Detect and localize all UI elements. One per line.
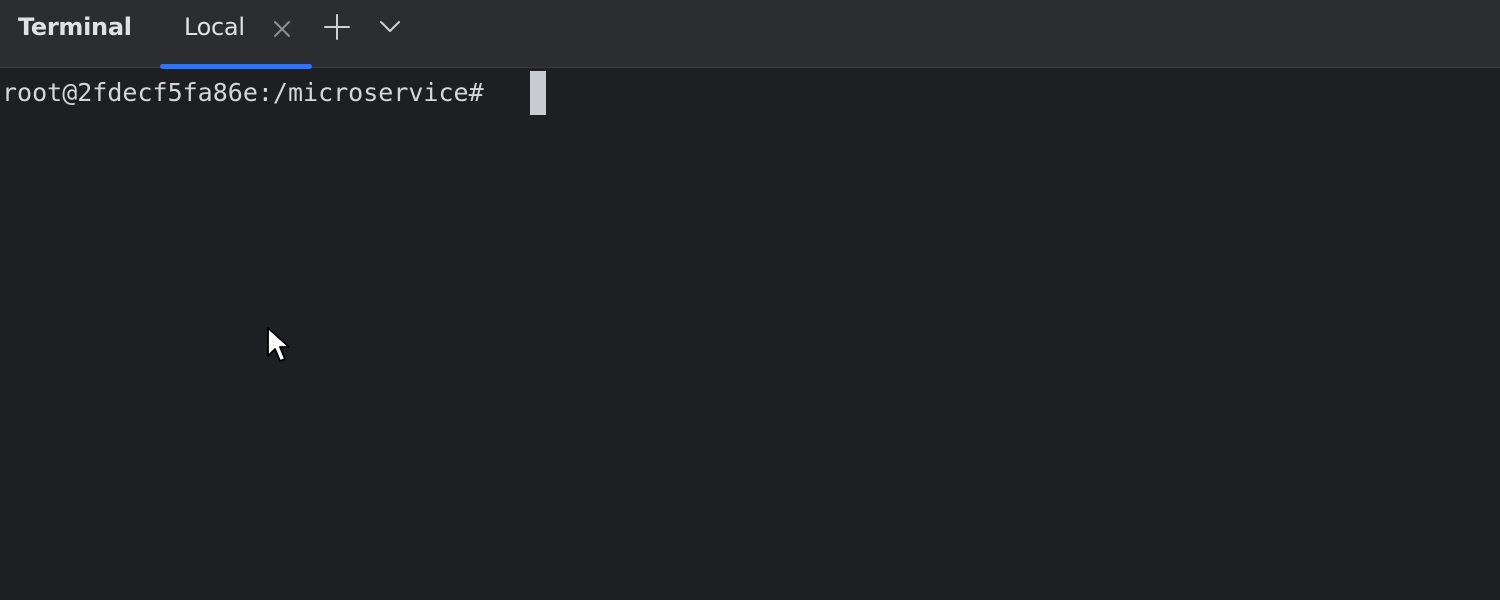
tab-label: Local [184, 13, 245, 41]
tab-options-dropdown[interactable] [373, 12, 407, 46]
tab-local[interactable]: Local [160, 0, 312, 69]
close-icon[interactable] [270, 17, 294, 41]
terminal-cursor [530, 71, 546, 115]
chevron-down-icon [377, 14, 403, 44]
tool-window-header: Terminal Local [0, 0, 1500, 69]
shell-prompt: root@2fdecf5fa86e:/microservice# [2, 78, 484, 107]
terminal-tool-window: Terminal Local root@2fdecf5fa86e:/micros… [0, 0, 1500, 600]
tool-window-title: Terminal [18, 13, 132, 41]
plus-icon [322, 12, 352, 46]
terminal-output-area[interactable]: root@2fdecf5fa86e:/microservice# [0, 69, 1500, 600]
new-tab-button[interactable] [320, 12, 354, 46]
